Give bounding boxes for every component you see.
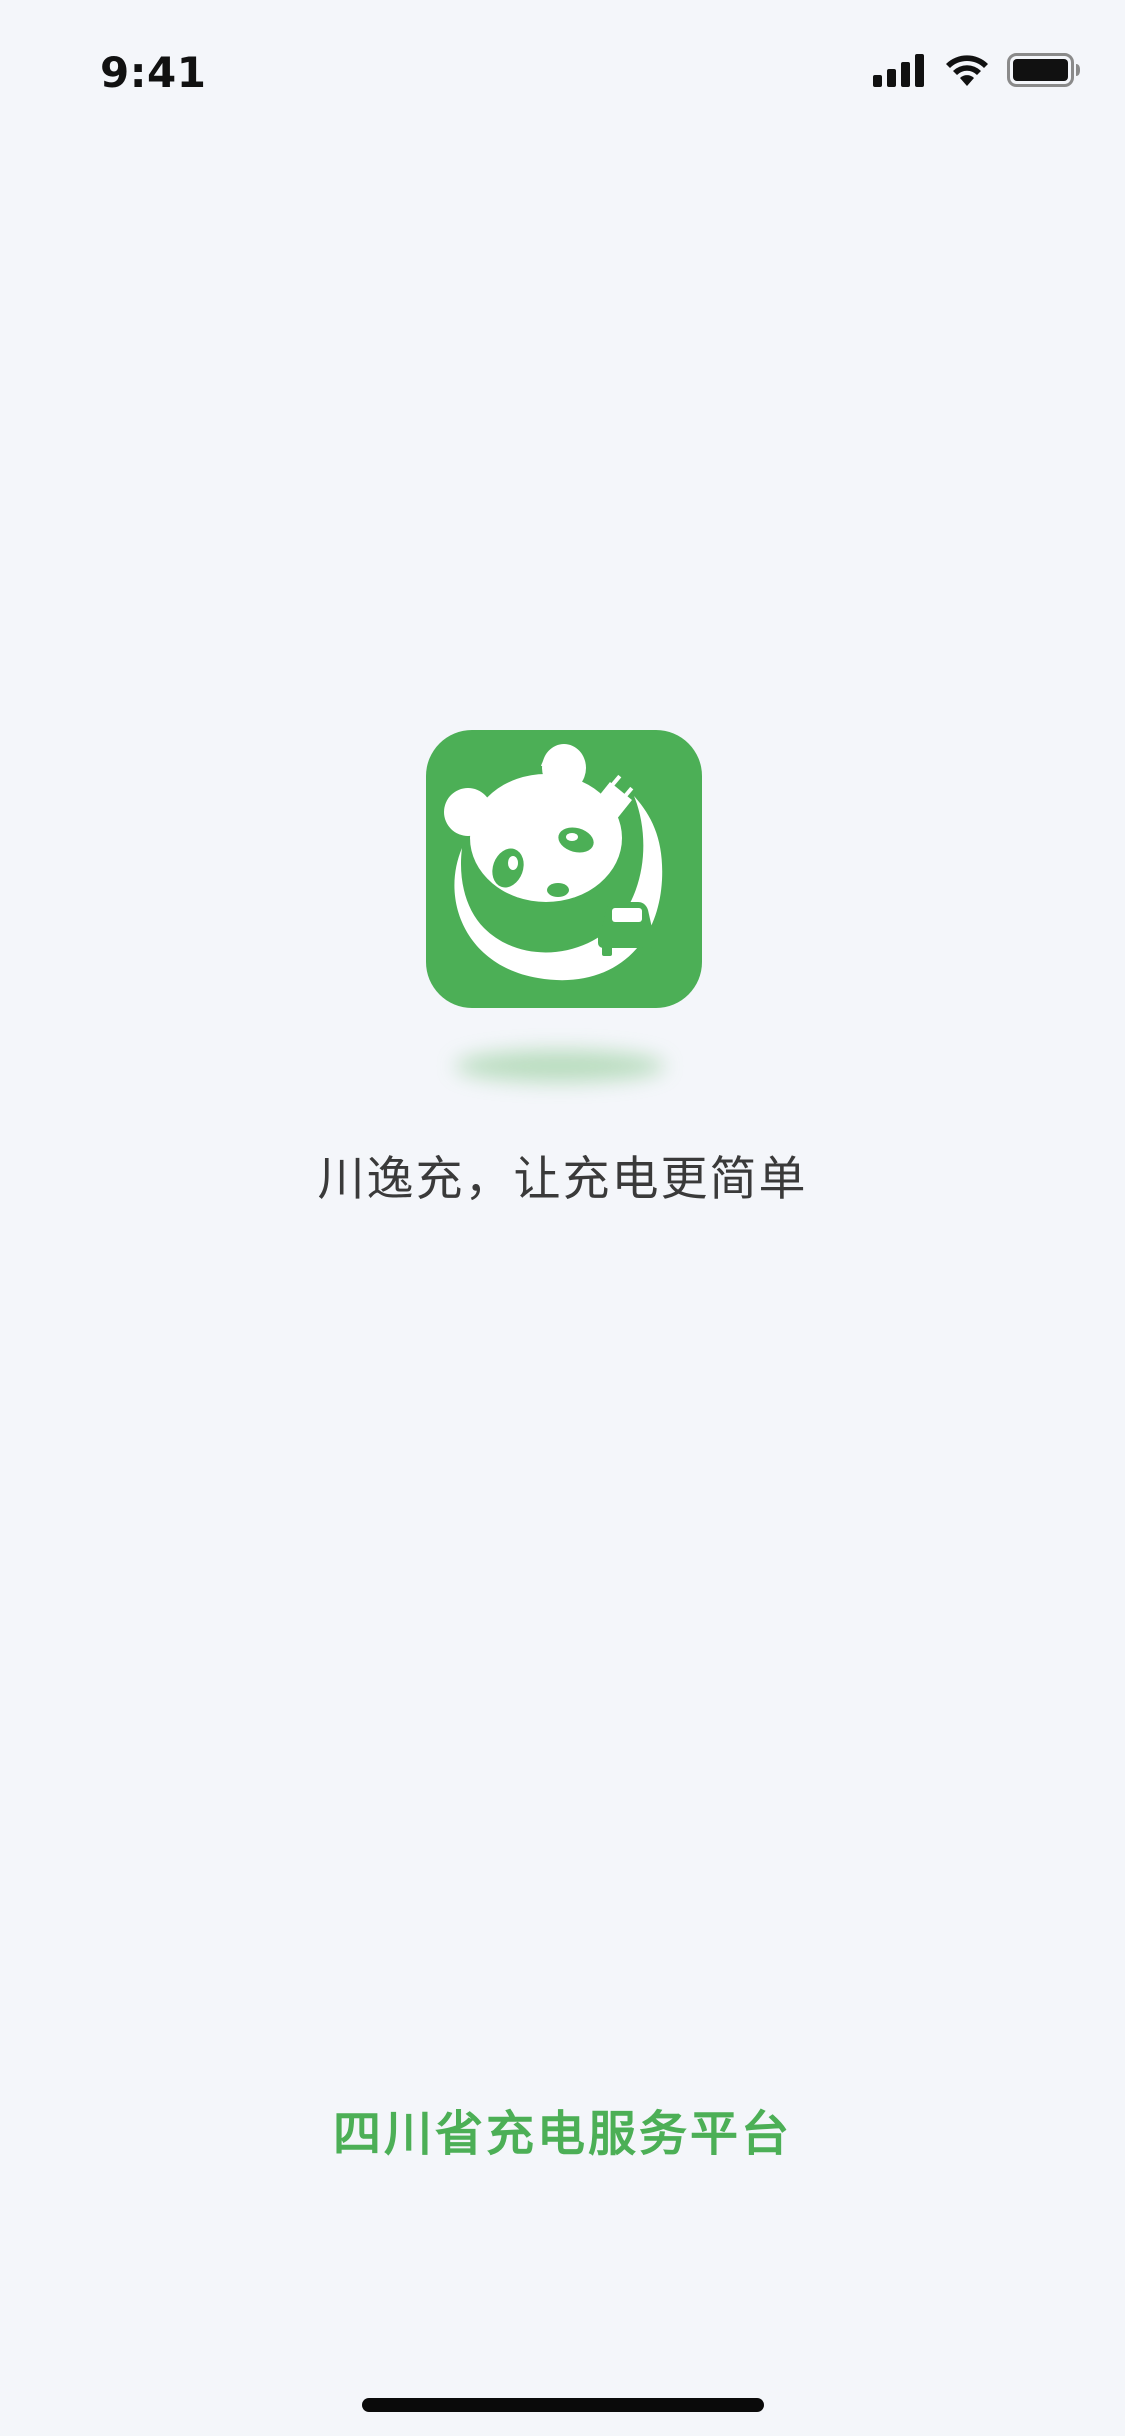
logo-shadow xyxy=(455,1050,665,1082)
cellular-signal-icon xyxy=(873,54,924,87)
home-indicator[interactable] xyxy=(362,2398,764,2412)
status-icons xyxy=(873,50,1081,90)
status-bar: 9:41 xyxy=(0,0,1125,140)
wifi-icon xyxy=(946,55,988,86)
app-tagline: 川逸充，让充电更简单 xyxy=(317,1152,808,1207)
platform-name: 四川省充电服务平台 xyxy=(332,2106,792,2162)
panda-ev-charging-logo-icon xyxy=(426,730,702,1008)
app-logo xyxy=(426,730,702,1008)
battery-icon xyxy=(1007,53,1080,87)
status-time: 9:41 xyxy=(100,48,207,97)
